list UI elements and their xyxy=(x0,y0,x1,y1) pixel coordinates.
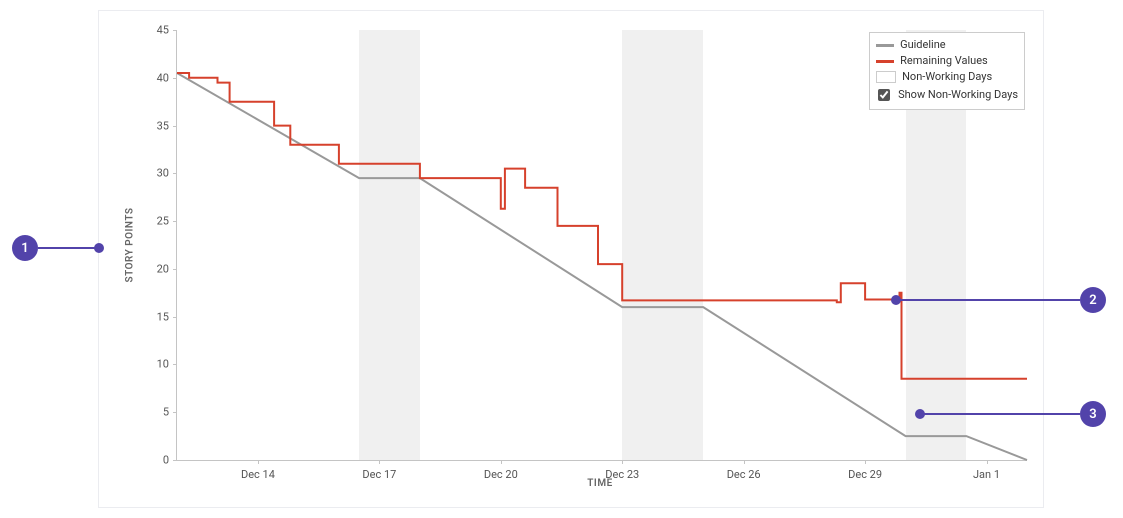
y-tick-mark xyxy=(173,173,177,174)
x-tick-label: Dec 14 xyxy=(241,468,275,481)
plot-area: Guideline Remaining Values Non-Working D… xyxy=(176,30,1027,461)
x-tick-label: Dec 26 xyxy=(727,468,761,481)
x-tick-label: Dec 20 xyxy=(484,468,518,481)
y-tick-mark xyxy=(173,30,177,31)
y-tick-label: 20 xyxy=(157,262,169,275)
callout-line-1 xyxy=(38,247,98,249)
callout-number: 2 xyxy=(1089,293,1096,308)
x-tick-label: Dec 29 xyxy=(848,468,882,481)
y-tick-label: 10 xyxy=(157,358,169,371)
callout-badge-1: 1 xyxy=(12,235,38,261)
y-tick-label: 30 xyxy=(157,167,169,180)
x-tick-mark xyxy=(744,460,745,464)
legend-toggle-row: Show Non-Working Days xyxy=(876,85,1018,105)
callout-number: 3 xyxy=(1089,407,1096,422)
y-tick-mark xyxy=(173,78,177,79)
x-tick-mark xyxy=(258,460,259,464)
callout-number: 1 xyxy=(21,241,28,256)
y-tick-mark xyxy=(173,317,177,318)
x-tick-mark xyxy=(987,460,988,464)
y-tick-label: 35 xyxy=(157,119,169,132)
y-tick-mark xyxy=(173,221,177,222)
x-tick-label: Jan 1 xyxy=(973,468,1000,481)
callout-badge-3: 3 xyxy=(1080,401,1106,427)
x-tick-mark xyxy=(501,460,502,464)
legend-label: Guideline xyxy=(900,38,946,52)
y-tick-label: 0 xyxy=(163,454,169,467)
y-tick-mark xyxy=(173,364,177,365)
x-tick-mark xyxy=(379,460,380,464)
series-guideline xyxy=(177,73,1027,460)
x-tick-mark xyxy=(622,460,623,464)
callout-badge-2: 2 xyxy=(1080,287,1106,313)
callout-line-3 xyxy=(920,413,1080,415)
legend-label: Non-Working Days xyxy=(902,70,992,84)
y-tick-mark xyxy=(173,126,177,127)
burndown-chart-figure: STORY POINTS TIME Guideline Remaining Va… xyxy=(0,0,1123,518)
legend-swatch-remaining xyxy=(876,60,894,63)
y-tick-mark xyxy=(173,269,177,270)
show-nonworking-days-toggle[interactable] xyxy=(878,89,890,101)
legend-item-remaining: Remaining Values xyxy=(876,53,1018,69)
callout-dot-1 xyxy=(94,243,104,253)
y-tick-mark xyxy=(173,460,177,461)
y-tick-label: 15 xyxy=(157,310,169,323)
legend-item-nonworking: Non-Working Days xyxy=(876,69,1018,85)
chart-legend: Guideline Remaining Values Non-Working D… xyxy=(869,32,1025,110)
x-tick-label: Dec 23 xyxy=(605,468,639,481)
x-tick-label: Dec 17 xyxy=(362,468,396,481)
legend-swatch-nonworking xyxy=(876,71,896,83)
callout-line-2 xyxy=(896,299,1080,301)
series-remaining-values xyxy=(177,73,1027,379)
y-tick-mark xyxy=(173,412,177,413)
y-tick-label: 45 xyxy=(157,24,169,37)
y-tick-label: 40 xyxy=(157,71,169,84)
legend-toggle-label: Show Non-Working Days xyxy=(898,88,1018,102)
y-tick-label: 5 xyxy=(163,406,169,419)
legend-item-guideline: Guideline xyxy=(876,37,1018,53)
x-tick-mark xyxy=(865,460,866,464)
legend-swatch-guideline xyxy=(876,44,894,47)
legend-label: Remaining Values xyxy=(900,54,988,68)
y-axis-label: STORY POINTS xyxy=(125,207,136,282)
y-tick-label: 25 xyxy=(157,215,169,228)
